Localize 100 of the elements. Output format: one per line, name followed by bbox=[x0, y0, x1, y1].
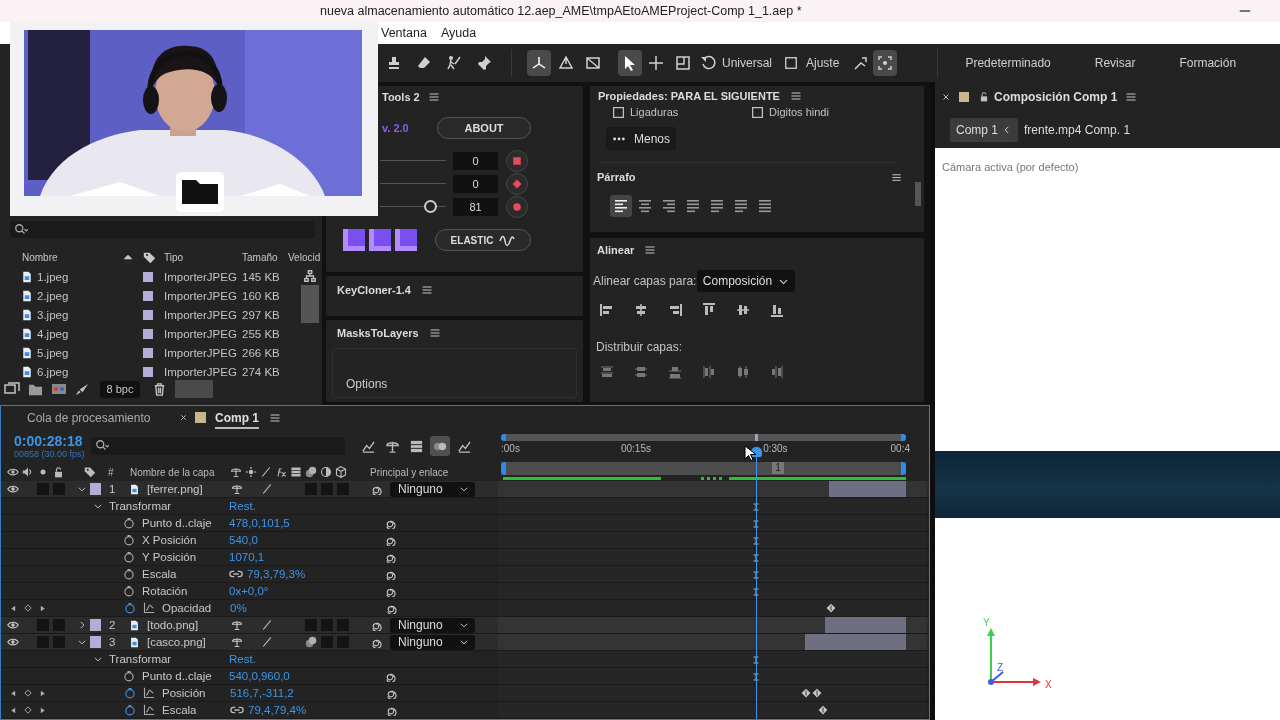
composition-icon[interactable] bbox=[51, 381, 67, 397]
stopwatch-icon[interactable] bbox=[123, 585, 135, 597]
layer-name[interactable]: [ferrer.png] bbox=[147, 483, 230, 495]
search-field[interactable] bbox=[10, 221, 315, 238]
reset-link[interactable]: Rest. bbox=[229, 500, 256, 512]
column-header[interactable]: Tamaño bbox=[242, 251, 288, 263]
property-value[interactable]: 1070,1 bbox=[229, 551, 265, 563]
chevron-icon[interactable] bbox=[77, 637, 87, 647]
switch-box[interactable] bbox=[305, 619, 317, 631]
switch-box[interactable] bbox=[305, 483, 317, 495]
scroll-thumb[interactable] bbox=[915, 182, 921, 206]
menu-item[interactable]: Ayuda bbox=[440, 26, 477, 40]
switch-box[interactable] bbox=[337, 619, 349, 631]
record-button[interactable] bbox=[506, 149, 528, 172]
anchor-icon[interactable] bbox=[231, 619, 243, 631]
file-name[interactable]: 5.jpeg bbox=[37, 346, 141, 359]
property-value[interactable]: 79,4,79,4% bbox=[248, 704, 307, 716]
property-value[interactable]: 79,3,79,3% bbox=[247, 568, 306, 580]
property-value[interactable]: 0% bbox=[230, 602, 247, 614]
stopwatch-icon[interactable] bbox=[123, 517, 135, 529]
layer-bar[interactable] bbox=[501, 481, 906, 497]
close-icon[interactable] bbox=[179, 413, 188, 422]
slash-icon[interactable] bbox=[261, 619, 273, 631]
breadcrumb[interactable]: frente.mp4 Comp. 1 bbox=[1018, 118, 1137, 142]
switch-box[interactable] bbox=[321, 636, 333, 648]
column-header[interactable]: Tipo bbox=[164, 251, 242, 263]
chevron-icon[interactable] bbox=[77, 620, 87, 630]
property-value[interactable]: 478,0,101,5 bbox=[229, 517, 290, 529]
menu-item[interactable]: Ventana bbox=[381, 26, 427, 40]
stopwatch-icon[interactable] bbox=[123, 534, 135, 546]
layer-name[interactable]: [casco.png] bbox=[147, 636, 230, 648]
scroll-thumb[interactable] bbox=[301, 285, 319, 323]
switch-box[interactable] bbox=[53, 619, 65, 631]
checkbox[interactable] bbox=[612, 105, 625, 119]
file-name[interactable]: 3.jpeg bbox=[37, 308, 141, 321]
align-icon[interactable] bbox=[599, 302, 615, 318]
parent-dropdown[interactable]: Ninguno bbox=[390, 617, 475, 633]
breadcrumb[interactable]: Comp 1 bbox=[950, 118, 1019, 142]
range-handle[interactable] bbox=[501, 434, 506, 441]
stopwatch-icon[interactable] bbox=[124, 687, 136, 699]
switch-box[interactable] bbox=[337, 636, 349, 648]
distribute-icon[interactable] bbox=[701, 364, 717, 380]
record-button[interactable] bbox=[506, 195, 528, 218]
file-name[interactable]: 4.jpeg bbox=[37, 327, 141, 340]
switch-box[interactable] bbox=[37, 483, 49, 495]
chevron-icon[interactable] bbox=[93, 654, 103, 664]
reset-link[interactable]: Rest. bbox=[229, 653, 256, 665]
layer-bar[interactable] bbox=[501, 634, 906, 650]
range-handle[interactable] bbox=[901, 434, 906, 441]
property-value[interactable]: 540,0,960,0 bbox=[229, 670, 290, 682]
panel-tab[interactable]: Cola de procesamiento bbox=[27, 406, 179, 429]
motion-blur-icon[interactable] bbox=[305, 636, 317, 648]
parent-dropdown[interactable]: Ninguno bbox=[390, 481, 475, 497]
tool-button[interactable] bbox=[527, 50, 551, 76]
align-icon[interactable] bbox=[769, 302, 785, 318]
property-value[interactable]: 540,0 bbox=[229, 534, 258, 546]
stopwatch-icon[interactable] bbox=[123, 551, 135, 563]
workspace-tab[interactable]: Revisar bbox=[1094, 56, 1136, 70]
interpret-icon[interactable] bbox=[4, 381, 20, 397]
chevron-icon[interactable] bbox=[93, 501, 103, 511]
keyframe-icon[interactable] bbox=[826, 603, 837, 613]
menu-icon[interactable] bbox=[891, 171, 902, 183]
property-value[interactable]: 0x+0,0° bbox=[229, 585, 269, 597]
about-button[interactable]: ABOUT bbox=[437, 117, 531, 139]
options-label[interactable]: Options bbox=[346, 377, 388, 391]
trash-icon[interactable] bbox=[152, 381, 167, 397]
stopwatch-icon[interactable] bbox=[124, 704, 136, 716]
range-handle[interactable] bbox=[501, 462, 506, 475]
anchor-icon[interactable] bbox=[231, 483, 243, 495]
stopwatch-icon[interactable] bbox=[123, 568, 135, 580]
time-navigator-bar[interactable]: 1 bbox=[501, 462, 906, 475]
distribute-icon[interactable] bbox=[599, 364, 615, 380]
range-handle[interactable] bbox=[901, 462, 906, 475]
value-field[interactable]: 0 bbox=[453, 174, 498, 193]
axis-mode-label[interactable]: Universal bbox=[722, 56, 772, 70]
left-triangle-icon[interactable] bbox=[9, 603, 18, 613]
file-name[interactable]: 2.jpeg bbox=[37, 289, 141, 302]
hierarchy-icon[interactable] bbox=[303, 269, 317, 283]
distribute-icon[interactable] bbox=[769, 364, 785, 380]
value-field[interactable]: 81 bbox=[453, 197, 498, 216]
distribute-icon[interactable] bbox=[667, 364, 683, 380]
tool-button[interactable] bbox=[618, 50, 642, 76]
stopwatch-icon[interactable] bbox=[124, 602, 136, 614]
panel-tab[interactable]: Comp 1 bbox=[215, 406, 259, 429]
align-text-button[interactable] bbox=[610, 195, 632, 217]
comp-marker[interactable]: 1 bbox=[772, 462, 784, 474]
right-triangle-icon[interactable] bbox=[38, 603, 47, 613]
switch-box[interactable] bbox=[321, 483, 333, 495]
anchor-icon[interactable] bbox=[231, 636, 243, 648]
record-button[interactable] bbox=[506, 172, 528, 195]
rotate-icon[interactable] bbox=[700, 55, 716, 71]
workspace-tab[interactable]: Predeterminado bbox=[965, 56, 1051, 70]
align-icon[interactable] bbox=[735, 302, 751, 318]
checkbox[interactable] bbox=[751, 105, 764, 119]
switch-box[interactable] bbox=[53, 636, 65, 648]
timecode[interactable]: 0:00:28:18 bbox=[14, 433, 91, 449]
align-target-dropdown[interactable]: Composición bbox=[697, 270, 795, 292]
ease-button[interactable]: ELASTIC bbox=[435, 229, 531, 251]
switch-box[interactable] bbox=[37, 636, 49, 648]
column-header[interactable]: Nombre bbox=[22, 251, 122, 263]
